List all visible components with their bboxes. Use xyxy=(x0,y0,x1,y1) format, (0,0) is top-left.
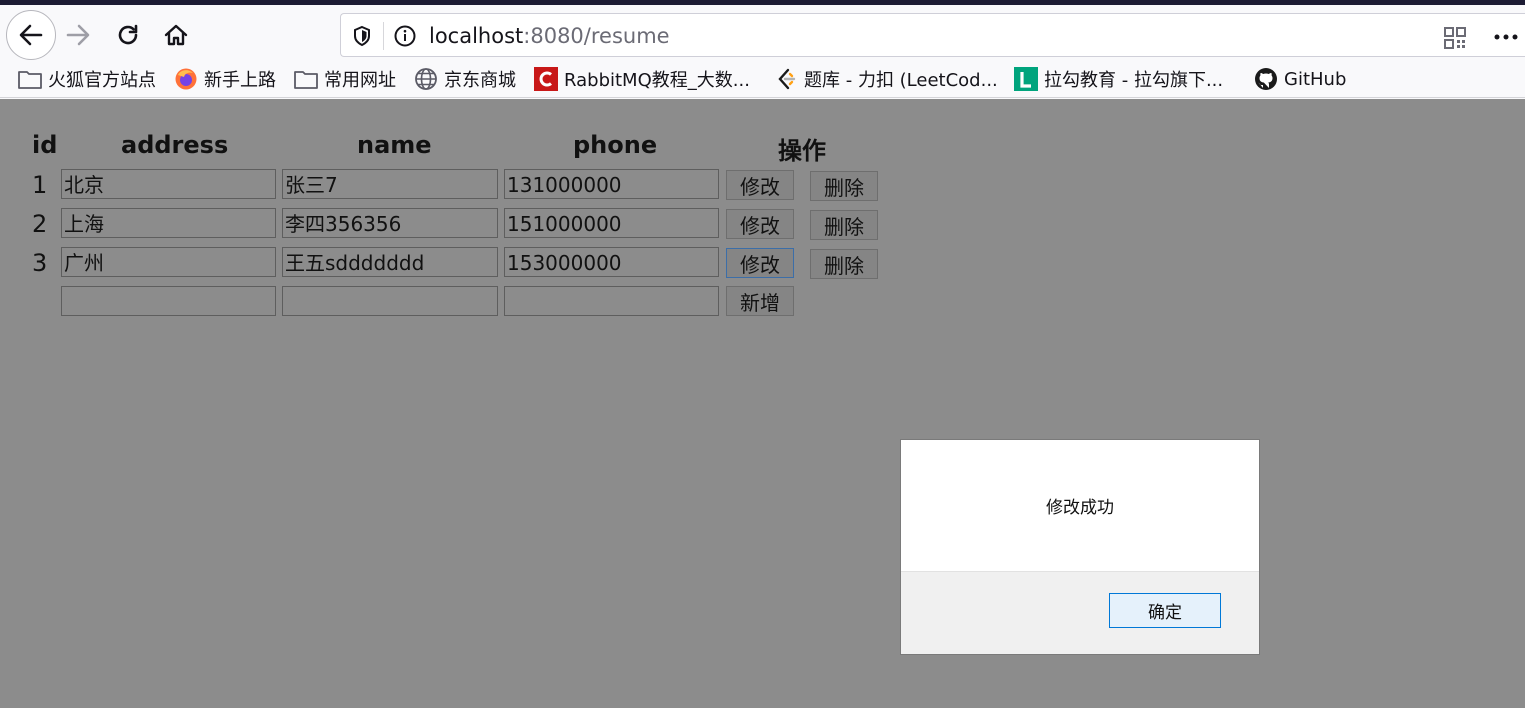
bookmark-label: 京东商城 xyxy=(444,70,516,91)
bookmark-label: 拉勾教育 - 拉勾旗下... xyxy=(1044,70,1224,91)
url-text[interactable]: localhost:8080/resume xyxy=(429,23,670,49)
globe-icon xyxy=(414,67,438,91)
url-separator xyxy=(383,22,384,50)
bookmark-item[interactable]: GitHub xyxy=(1254,66,1346,92)
reload-button[interactable] xyxy=(110,17,146,53)
bookmark-label: 题库 - 力扣 (LeetCod... xyxy=(804,70,998,91)
bookmark-label: GitHub xyxy=(1284,68,1347,90)
header-name: name xyxy=(357,131,432,159)
back-button[interactable] xyxy=(6,10,56,60)
url-bar[interactable]: localhost:8080/resume xyxy=(340,13,1525,57)
name-input[interactable]: 李四356356 xyxy=(282,208,498,238)
bookmark-item[interactable]: 京东商城 xyxy=(414,66,516,92)
bookmark-item[interactable]: 火狐官方站点 xyxy=(18,66,156,92)
new-name-input[interactable] xyxy=(282,286,498,316)
header-address: address xyxy=(121,131,229,159)
row-id: 2 xyxy=(32,210,48,238)
edit-button[interactable]: 修改 xyxy=(726,170,794,200)
leetcode-icon xyxy=(774,67,798,91)
folder-icon xyxy=(18,67,42,91)
url-host: localhost xyxy=(429,24,524,48)
bookmark-label: RabbitMQ教程_大数... xyxy=(564,70,750,91)
github-icon xyxy=(1254,67,1278,91)
dialog-footer: 确定 xyxy=(901,571,1259,654)
reload-icon xyxy=(118,24,138,45)
bookmark-label: 火狐官方站点 xyxy=(48,70,156,91)
bookmark-item[interactable]: 题库 - 力扣 (LeetCod... xyxy=(774,66,998,92)
row-id: 3 xyxy=(32,249,48,277)
row-id: 1 xyxy=(32,171,48,199)
header-phone: phone xyxy=(573,131,658,159)
qr-code-icon[interactable] xyxy=(1443,26,1467,50)
delete-button[interactable]: 删除 xyxy=(810,249,878,279)
address-input[interactable]: 北京 xyxy=(61,169,276,199)
edit-button[interactable]: 修改 xyxy=(726,209,794,239)
url-path: :8080/resume xyxy=(523,24,670,48)
address-input[interactable]: 广州 xyxy=(61,247,276,277)
folder-icon xyxy=(294,67,318,91)
delete-button[interactable]: 删除 xyxy=(810,210,878,240)
new-phone-input[interactable] xyxy=(504,286,719,316)
phone-input[interactable]: 153000000 xyxy=(504,247,719,277)
c-logo-icon xyxy=(534,67,558,91)
more-icon[interactable] xyxy=(1491,26,1521,48)
bookmark-item[interactable]: 拉勾教育 - 拉勾旗下... xyxy=(1014,66,1223,92)
edit-button[interactable]: 修改 xyxy=(726,248,794,278)
shield-icon[interactable] xyxy=(351,25,373,47)
dialog-message: 修改成功 xyxy=(1046,498,1114,518)
ok-button[interactable]: 确定 xyxy=(1109,593,1221,628)
add-button[interactable]: 新增 xyxy=(726,286,794,316)
forward-arrow-icon xyxy=(66,24,90,46)
page-content: id address name phone 操作 1 北京 张三7 131000… xyxy=(0,99,1525,708)
delete-button[interactable]: 删除 xyxy=(810,171,878,201)
phone-input[interactable]: 131000000 xyxy=(504,169,719,199)
info-icon[interactable] xyxy=(393,24,417,48)
bookmark-item[interactable]: 常用网址 xyxy=(294,66,396,92)
firefox-icon xyxy=(174,67,198,91)
header-id: id xyxy=(32,131,58,159)
bookmark-label: 新手上路 xyxy=(204,70,276,91)
name-input[interactable]: 张三7 xyxy=(282,169,498,199)
bookmarks-bar: 火狐官方站点 新手上路 常用网址 京东商城 RabbitMQ教程_大数... 题… xyxy=(0,60,1525,98)
new-address-input[interactable] xyxy=(61,286,276,316)
bookmark-item[interactable]: RabbitMQ教程_大数... xyxy=(534,66,750,92)
bookmark-label: 常用网址 xyxy=(324,70,396,91)
name-input[interactable]: 王五sddddddd xyxy=(282,247,498,277)
back-arrow-icon xyxy=(19,24,43,46)
home-icon xyxy=(164,24,188,46)
address-input[interactable]: 上海 xyxy=(61,208,276,238)
phone-input[interactable]: 151000000 xyxy=(504,208,719,238)
home-button[interactable] xyxy=(158,17,194,53)
forward-button[interactable] xyxy=(60,17,96,53)
lagou-icon xyxy=(1014,67,1038,91)
header-actions: 操作 xyxy=(778,137,826,165)
bookmark-item[interactable]: 新手上路 xyxy=(174,66,276,92)
alert-dialog: 修改成功 确定 xyxy=(900,439,1260,655)
nav-toolbar: localhost:8080/resume xyxy=(0,5,1525,60)
